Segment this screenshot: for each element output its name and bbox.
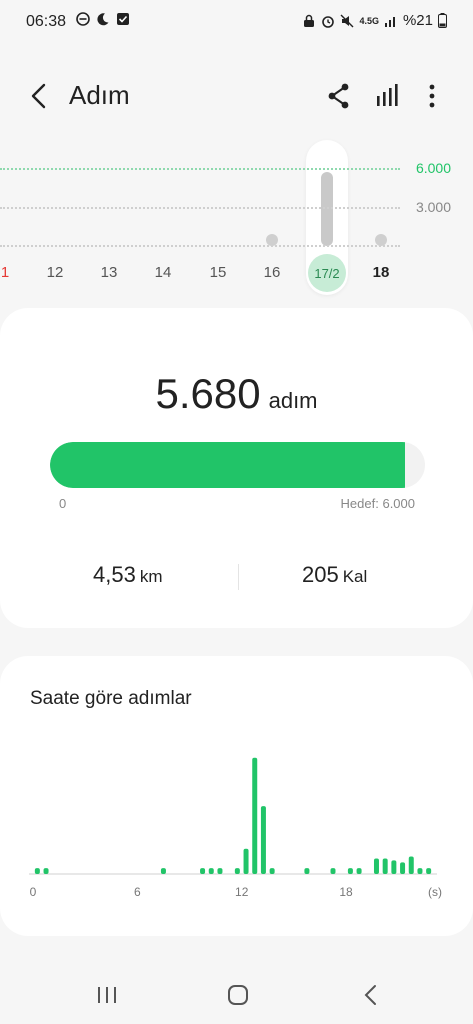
goal-gridline [0, 168, 400, 170]
signal-icon [384, 16, 395, 27]
share-icon[interactable] [326, 82, 352, 110]
hourly-tick-label: 12 [235, 885, 249, 899]
status-left-icons [76, 12, 130, 26]
hourly-bar [160, 868, 166, 874]
more-icon[interactable] [420, 82, 444, 110]
alarm-icon [322, 15, 335, 28]
battery-icon [438, 13, 447, 28]
calories-stat: 205 Kal [302, 562, 367, 588]
distance-unit: km [139, 567, 163, 586]
status-right-icons: 4.5G %21 [302, 12, 447, 29]
stat-divider [238, 564, 239, 590]
hourly-bar [400, 862, 406, 874]
network-type: 4.5G [359, 15, 379, 26]
hourly-bar [408, 856, 414, 874]
hourly-steps-card[interactable]: Saate göre adımlar 0 6 12 18 (s) [0, 656, 473, 936]
back-nav-icon[interactable] [356, 980, 386, 1010]
hourly-tick-label: 0 [30, 885, 37, 899]
hourly-bar [426, 868, 432, 874]
hourly-bar [252, 757, 258, 874]
day-label[interactable]: 18 [373, 264, 390, 281]
app-bar: Adım [0, 70, 473, 122]
day-label[interactable]: 16 [264, 264, 281, 281]
day-label[interactable]: 12 [47, 264, 64, 281]
selected-day-bar [321, 172, 333, 246]
moon-icon [97, 13, 109, 26]
page-title: Adım [69, 80, 130, 110]
progress-goal-label: Hedef: 6.000 [340, 496, 415, 511]
goal-progress-fill [50, 442, 405, 488]
hourly-bar [330, 868, 336, 874]
hourly-bar [34, 868, 40, 874]
hourly-bar [356, 868, 362, 874]
selected-day-label[interactable]: 17/2 [308, 254, 346, 292]
hourly-bar [391, 860, 397, 874]
bar-chart-icon[interactable] [374, 82, 402, 110]
navigation-bar [0, 964, 473, 1024]
hourly-bar [373, 858, 379, 874]
hourly-tick-label: 18 [339, 885, 353, 899]
distance-stat: 4,53 km [93, 562, 163, 588]
goal-gridline-label: 6.000 [415, 160, 451, 176]
day-label[interactable]: 15 [210, 264, 227, 281]
base-gridline [0, 245, 400, 247]
hourly-steps-chart: 0 6 12 18 (s) [29, 757, 442, 899]
day-18-dot [375, 234, 387, 246]
status-bar: 06:38 4.5G %21 [0, 0, 473, 44]
home-icon[interactable] [223, 980, 253, 1010]
progress-start-label: 0 [59, 496, 67, 511]
recent-apps-icon[interactable] [92, 980, 122, 1010]
battery-percent: %21 [402, 12, 433, 29]
day-label[interactable]: 14 [155, 264, 172, 281]
day-label[interactable]: 1 [1, 264, 9, 281]
back-icon[interactable] [24, 80, 56, 112]
mute-icon [340, 14, 354, 27]
steps-summary-card: 5.680 adım 0 Hedef: 6.000 4,53 km 205 Kal [0, 308, 473, 628]
steps-number: 5.680 [155, 370, 261, 417]
hourly-bar [234, 868, 240, 874]
mid-gridline-label: 3.000 [415, 199, 451, 215]
hourly-bar [417, 868, 423, 874]
goal-progress-bar [50, 442, 425, 488]
hourly-bar [217, 868, 223, 874]
steps-total: 5.680 adım [0, 370, 473, 418]
hourly-bar [269, 868, 275, 874]
day-label[interactable]: 13 [101, 264, 118, 281]
hourly-bar [304, 868, 310, 874]
mid-gridline [0, 207, 400, 209]
steps-unit: adım [268, 388, 318, 413]
status-time: 06:38 [26, 13, 67, 30]
calories-value: 205 [302, 562, 339, 587]
hourly-bar [347, 868, 353, 874]
hourly-bar [382, 858, 388, 874]
distance-value: 4,53 [93, 562, 136, 587]
hourly-tick-label: (s) [428, 885, 442, 899]
hourly-bar [43, 868, 49, 874]
calories-unit: Kal [342, 567, 368, 586]
hourly-title: Saate göre adımlar [30, 688, 192, 709]
hourly-bar [260, 806, 266, 874]
hourly-bar [243, 848, 249, 874]
hourly-tick-label: 6 [134, 885, 141, 899]
do-not-disturb-icon [76, 12, 90, 26]
day-16-dot [266, 234, 278, 246]
hourly-bar [208, 868, 214, 874]
checkbox-icon [117, 13, 129, 25]
hourly-bar [200, 868, 206, 874]
weekly-steps-strip[interactable]: 6.000 3.000 1 12 13 14 15 16 17/2 18 [0, 140, 473, 300]
lock-icon [304, 14, 315, 27]
